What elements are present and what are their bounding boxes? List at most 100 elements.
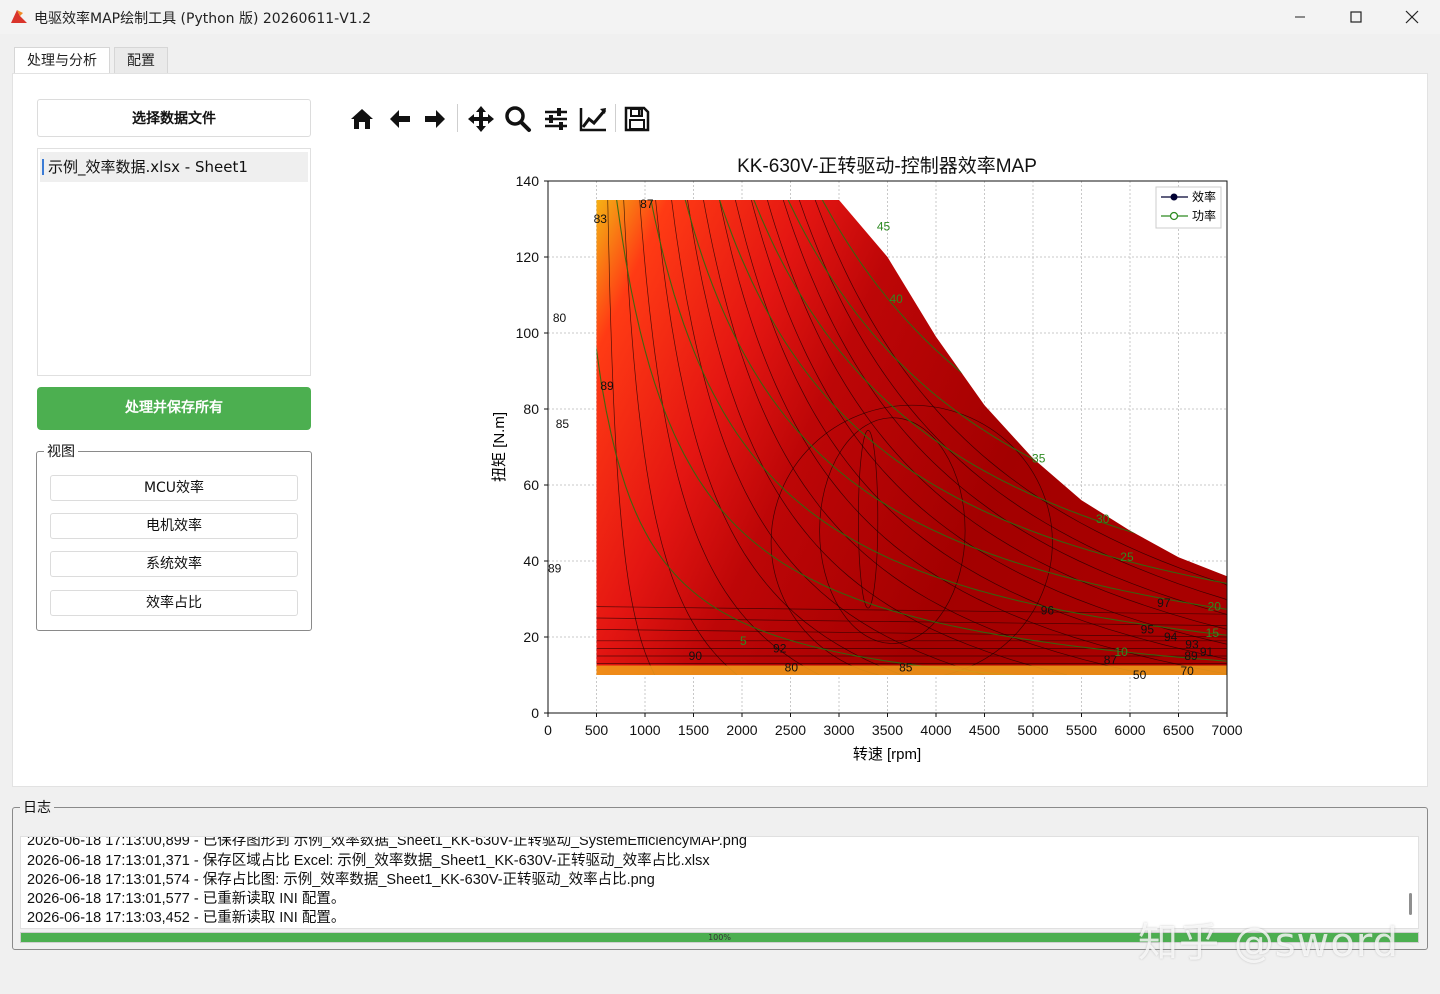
efficiency-contour-label: 70 <box>1180 664 1194 678</box>
y-tick-label: 80 <box>523 401 539 417</box>
y-tick-label: 20 <box>523 629 539 645</box>
pan-button[interactable] <box>464 102 498 136</box>
process-save-all-button[interactable]: 处理并保存所有 <box>37 387 311 430</box>
back-button[interactable] <box>383 102 417 136</box>
file-list[interactable]: 示例_效率数据.xlsx - Sheet1 <box>37 148 311 376</box>
save-icon <box>624 106 650 132</box>
y-axis-ticks: 0 20 40 60 80 100 120 140 <box>516 173 548 721</box>
efficiency-contour-label: 85 <box>556 417 570 431</box>
edit-axes-button[interactable] <box>576 102 610 136</box>
configure-subplots-icon <box>545 108 567 130</box>
efficiency-contour-label: 92 <box>773 641 787 655</box>
title-bar: 电驱效率MAP绘制工具 (Python 版) 20260611-V1.2 <box>0 0 1440 34</box>
view-system-efficiency-button[interactable]: 系统效率 <box>50 551 298 577</box>
zoom-icon <box>505 106 531 132</box>
power-contour-label: 30 <box>1096 512 1110 526</box>
log-line: 2026-06-18 17:13:01,574 - 保存占比图: 示例_效率数据… <box>27 872 655 888</box>
efficiency-contour-label: 94 <box>1164 630 1178 644</box>
window-title: 电驱效率MAP绘制工具 (Python 版) 20260611-V1.2 <box>34 11 372 27</box>
edit-axes-icon <box>579 108 607 132</box>
minimize-button[interactable] <box>1272 0 1328 34</box>
power-contour-label: 25 <box>1120 550 1134 564</box>
efficiency-contour-label: 80 <box>553 311 567 325</box>
y-tick-label: 0 <box>531 705 539 721</box>
view-mcu-efficiency-button[interactable]: MCU效率 <box>50 475 298 501</box>
y-tick-label: 120 <box>516 249 540 265</box>
x-tick-label: 5500 <box>1066 722 1097 738</box>
efficiency-map-chart[interactable]: KK-630V-正转驱动-控制器效率MAP 87 83 80 89 85 89 96 9795… <box>480 145 1260 770</box>
minimize-icon <box>1295 16 1305 18</box>
log-line: 2026-06-18 17:13:03,452 - 已重新读取 INI 配置。 <box>27 910 346 926</box>
efficiency-contour-label: 97 <box>1157 596 1171 610</box>
x-tick-label: 3500 <box>872 722 903 738</box>
home-icon <box>351 109 373 129</box>
efficiency-contour-label: 50 <box>1133 668 1147 682</box>
x-tick-label: 3000 <box>823 722 854 738</box>
log-line: 2026-06-18 17:13:01,371 - 保存区域占比 Excel: … <box>27 853 710 869</box>
select-data-file-button[interactable]: 选择数据文件 <box>37 99 311 137</box>
x-tick-label: 2500 <box>775 722 806 738</box>
x-tick-label: 2000 <box>726 722 757 738</box>
efficiency-contour-label: 95 <box>1141 622 1155 636</box>
legend-efficiency-marker <box>1170 193 1178 201</box>
x-tick-label: 4500 <box>969 722 1000 738</box>
efficiency-contour-label: 89 <box>600 379 614 393</box>
x-tick-label: 1000 <box>629 722 660 738</box>
power-contour-label: 10 <box>1114 645 1128 659</box>
power-contour-label: 45 <box>877 220 891 234</box>
x-tick-label: 500 <box>585 722 609 738</box>
efficiency-contour-label: 90 <box>689 649 703 663</box>
maximize-icon <box>1350 11 1362 23</box>
y-tick-label: 100 <box>516 325 540 341</box>
legend-power-marker <box>1169 211 1179 221</box>
y-tick-label: 140 <box>516 173 540 189</box>
log-line: 2026-06-18 17:13:00,899 - 已保存图形到 示例_效率数据… <box>27 836 747 849</box>
efficiency-contour-label: 85 <box>899 660 913 674</box>
tab-config[interactable]: 配置 <box>114 47 168 73</box>
x-tick-label: 6500 <box>1163 722 1194 738</box>
save-figure-button[interactable] <box>620 102 654 136</box>
x-tick-label: 0 <box>544 722 552 738</box>
home-button[interactable] <box>345 102 379 136</box>
x-tick-label: 7000 <box>1211 722 1242 738</box>
tab-process-analysis[interactable]: 处理与分析 <box>14 47 110 74</box>
watermark: 知乎 @sword <box>1138 920 1399 966</box>
back-icon <box>390 110 410 128</box>
legend-efficiency-label: 效率 <box>1192 189 1216 204</box>
configure-subplots-button[interactable] <box>539 102 573 136</box>
close-icon <box>1405 10 1419 24</box>
forward-button[interactable] <box>418 102 452 136</box>
x-tick-label: 6000 <box>1114 722 1145 738</box>
view-motor-efficiency-button[interactable]: 电机效率 <box>50 513 298 539</box>
legend: 效率 功率 <box>1155 186 1222 229</box>
file-list-item[interactable]: 示例_效率数据.xlsx - Sheet1 <box>40 152 308 182</box>
log-group-label: 日志 <box>20 797 54 817</box>
efficiency-contour-label: 91 <box>1200 645 1214 659</box>
x-tick-label: 5000 <box>1017 722 1048 738</box>
app-logo-icon <box>11 10 27 23</box>
efficiency-contour-label: 89 <box>548 562 562 576</box>
view-group-label: 视图 <box>44 441 78 461</box>
pan-icon <box>468 106 494 132</box>
maximize-button[interactable] <box>1328 0 1384 34</box>
power-contour-label: 15 <box>1206 626 1220 640</box>
view-efficiency-ratio-button[interactable]: 效率占比 <box>50 590 298 616</box>
y-tick-label: 60 <box>523 477 539 493</box>
close-button[interactable] <box>1384 0 1440 34</box>
power-contour-label: 40 <box>889 292 903 306</box>
efficiency-contour-label: 89 <box>1184 649 1198 663</box>
power-contour-label: 35 <box>1032 451 1046 465</box>
power-contour-label: 5 <box>740 634 747 648</box>
x-tick-label: 4000 <box>920 722 951 738</box>
zoom-button[interactable] <box>501 102 535 136</box>
x-axis-ticks: 0 500 1000 1500 2000 2500 3000 3500 4000 4500 5000… <box>544 713 1243 738</box>
efficiency-contour-label: 80 <box>785 660 799 674</box>
log-line: 2026-06-18 17:13:01,577 - 已重新读取 INI 配置。 <box>27 891 346 907</box>
log-scrollbar[interactable] <box>1409 893 1412 915</box>
chart-title: KK-630V-正转驱动-控制器效率MAP <box>737 155 1037 177</box>
efficiency-contour-label: 87 <box>640 197 654 211</box>
x-axis-label: 转速 [rpm] <box>853 746 921 763</box>
legend-power-label: 功率 <box>1192 208 1216 223</box>
y-tick-label: 40 <box>523 553 539 569</box>
y-axis-label: 扭矩 [N.m] <box>491 412 508 482</box>
